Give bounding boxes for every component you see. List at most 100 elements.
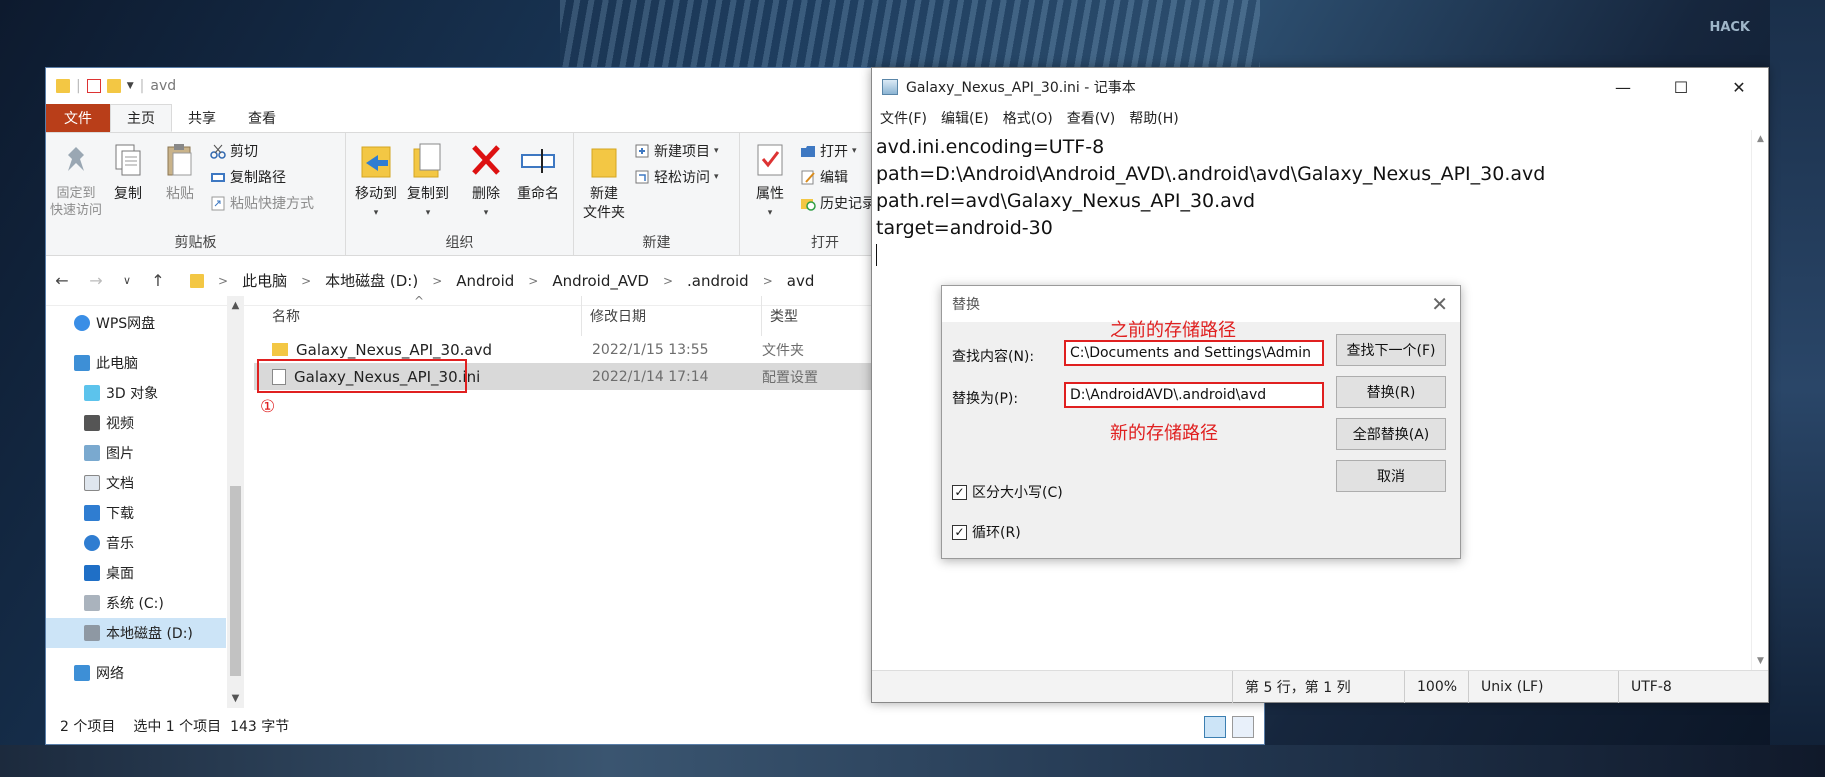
close-icon[interactable]: ✕ xyxy=(1431,292,1448,316)
menu-view[interactable]: 查看(V) xyxy=(1067,108,1116,128)
open-icon xyxy=(800,143,816,159)
nav-item-documents[interactable]: 文档 xyxy=(46,468,226,498)
cursor-position: 第 5 行，第 1 列 xyxy=(1232,671,1404,703)
breadcrumb-item[interactable]: Android xyxy=(456,272,514,290)
nav-item-pictures[interactable]: 图片 xyxy=(46,438,226,468)
up-arrow-icon[interactable]: ↑ xyxy=(150,271,166,290)
copy-path-button[interactable]: 复制路径 xyxy=(210,165,314,188)
wallpaper-sign: HACK xyxy=(1709,20,1750,35)
nav-item-wps-drive[interactable]: WPS网盘 xyxy=(46,308,226,338)
nav-pane-scrollbar[interactable]: ▲ ▼ xyxy=(227,296,244,708)
find-input[interactable]: C:\Documents and Settings\Admin xyxy=(1064,340,1324,366)
rename-icon xyxy=(520,141,556,181)
nav-item-drive-c[interactable]: 系统 (C:) xyxy=(46,588,226,618)
menu-file[interactable]: 文件(F) xyxy=(880,108,927,128)
replace-input[interactable]: D:\AndroidAVD\.android\avd xyxy=(1064,382,1324,408)
notepad-menubar: 文件(F) 编辑(E) 格式(O) 查看(V) 帮助(H) xyxy=(872,106,1768,130)
close-icon[interactable]: ✕ xyxy=(1710,68,1768,106)
details-view-icon[interactable] xyxy=(1204,716,1226,738)
nav-item-3d-objects[interactable]: 3D 对象 xyxy=(46,378,226,408)
network-icon xyxy=(74,665,90,681)
breadcrumb-item[interactable]: Android_AVD xyxy=(552,272,649,290)
match-case-checkbox[interactable]: ✓ 区分大小写(C) xyxy=(952,482,1063,502)
properties-quick-icon[interactable] xyxy=(86,79,101,93)
nav-item-music[interactable]: 音乐 xyxy=(46,528,226,558)
tab-view[interactable]: 查看 xyxy=(232,104,292,132)
download-icon xyxy=(84,505,100,521)
notepad-icon xyxy=(882,79,898,95)
sort-ascending-icon: ^ xyxy=(414,294,425,308)
nav-item-downloads[interactable]: 下载 xyxy=(46,498,226,528)
menu-format[interactable]: 格式(O) xyxy=(1003,108,1053,128)
zoom-level: 100% xyxy=(1404,671,1468,703)
encoding: UTF-8 xyxy=(1618,671,1768,703)
open-button[interactable]: 打开 ▾ xyxy=(800,139,876,162)
breadcrumb-item[interactable]: 此电脑 xyxy=(242,270,287,291)
menu-help[interactable]: 帮助(H) xyxy=(1129,108,1178,128)
old-path-annotation: 之前的存储路径 xyxy=(1110,320,1236,341)
back-arrow-icon[interactable]: ← xyxy=(54,271,70,290)
new-item-icon xyxy=(634,143,650,159)
replace-label: 替换为(P): xyxy=(952,391,1019,407)
tab-file[interactable]: 文件 xyxy=(46,104,110,132)
breadcrumb-item[interactable]: 本地磁盘 (D:) xyxy=(325,270,418,291)
checkmark-icon: ✓ xyxy=(952,524,967,540)
tab-home[interactable]: 主页 xyxy=(110,104,172,132)
drive-icon xyxy=(84,625,100,641)
scroll-up-icon[interactable]: ▲ xyxy=(1752,134,1769,144)
column-header-type[interactable]: 类型 xyxy=(762,296,882,336)
paste-shortcut-button[interactable]: 粘贴快捷方式 xyxy=(210,191,314,214)
scrollbar-thumb[interactable] xyxy=(230,486,241,676)
copy-to-icon xyxy=(410,141,446,181)
item-count: 2 个项目 xyxy=(60,719,116,735)
breadcrumb-item[interactable]: .android xyxy=(687,272,749,290)
easy-access-icon xyxy=(634,169,650,185)
column-header-date[interactable]: 修改日期 xyxy=(582,296,762,336)
minimize-icon[interactable]: — xyxy=(1594,68,1652,106)
quick-access-dropdown-icon[interactable]: ▼ xyxy=(127,81,134,91)
wallpaper-bottom xyxy=(0,745,1825,777)
new-folder-quick-icon[interactable] xyxy=(106,79,121,93)
music-icon xyxy=(84,535,100,551)
large-icons-view-icon[interactable] xyxy=(1232,716,1254,738)
nav-item-videos[interactable]: 视频 xyxy=(46,408,226,438)
cancel-button[interactable]: 取消 xyxy=(1336,460,1446,492)
cut-button[interactable]: 剪切 xyxy=(210,139,314,162)
edit-button[interactable]: 编辑 xyxy=(800,165,876,188)
folder-icon xyxy=(56,79,70,93)
replace-all-button[interactable]: 全部替换(A) xyxy=(1336,418,1446,450)
selection-info: 选中 1 个项目 143 字节 xyxy=(133,719,290,735)
new-group-label: 新建 xyxy=(642,235,671,251)
history-button[interactable]: 历史记录 xyxy=(800,191,876,214)
history-icon xyxy=(800,195,816,211)
easy-access-button[interactable]: 轻松访问 ▾ xyxy=(634,165,719,188)
scroll-up-icon[interactable]: ▲ xyxy=(227,300,244,311)
menu-edit[interactable]: 编辑(E) xyxy=(941,108,989,128)
forward-arrow-icon[interactable]: → xyxy=(88,271,104,290)
breadcrumb[interactable]: > 此电脑 > 本地磁盘 (D:) > Android > Android_AV… xyxy=(190,270,814,291)
organize-group-label: 组织 xyxy=(445,235,474,251)
nav-item-desktop[interactable]: 桌面 xyxy=(46,558,226,588)
file-date: 2022/1/14 17:14 xyxy=(592,368,709,385)
text-caret xyxy=(876,244,877,266)
nav-item-this-pc[interactable]: 此电脑 xyxy=(46,348,226,378)
pin-icon xyxy=(58,141,94,181)
breadcrumb-item[interactable]: avd xyxy=(787,272,815,290)
new-path-annotation: 新的存储路径 xyxy=(1110,423,1218,444)
wrap-around-checkbox[interactable]: ✓ 循环(R) xyxy=(952,522,1021,542)
wallpaper-highlight xyxy=(560,0,1260,70)
notepad-scrollbar[interactable]: ▲ ▼ xyxy=(1751,130,1768,670)
find-next-button[interactable]: 查找下一个(F) xyxy=(1336,334,1446,366)
scroll-down-icon[interactable]: ▼ xyxy=(1752,656,1769,666)
replace-button[interactable]: 替换(R) xyxy=(1336,376,1446,408)
folder-icon xyxy=(190,273,204,288)
nav-item-network[interactable]: 网络 xyxy=(46,658,226,688)
tab-share[interactable]: 共享 xyxy=(172,104,232,132)
nav-item-drive-d[interactable]: 本地磁盘 (D:) xyxy=(46,618,226,648)
ribbon-group-new: 新建 文件夹 新建项目 ▾ 轻松访问 ▾ 新建 xyxy=(574,133,740,255)
scroll-down-icon[interactable]: ▼ xyxy=(227,693,244,704)
maximize-icon[interactable]: ☐ xyxy=(1652,68,1710,106)
new-item-button[interactable]: 新建项目 ▾ xyxy=(634,139,719,162)
copy-path-icon xyxy=(210,169,226,185)
recent-locations-chevron-icon[interactable]: ∨ xyxy=(122,274,132,287)
